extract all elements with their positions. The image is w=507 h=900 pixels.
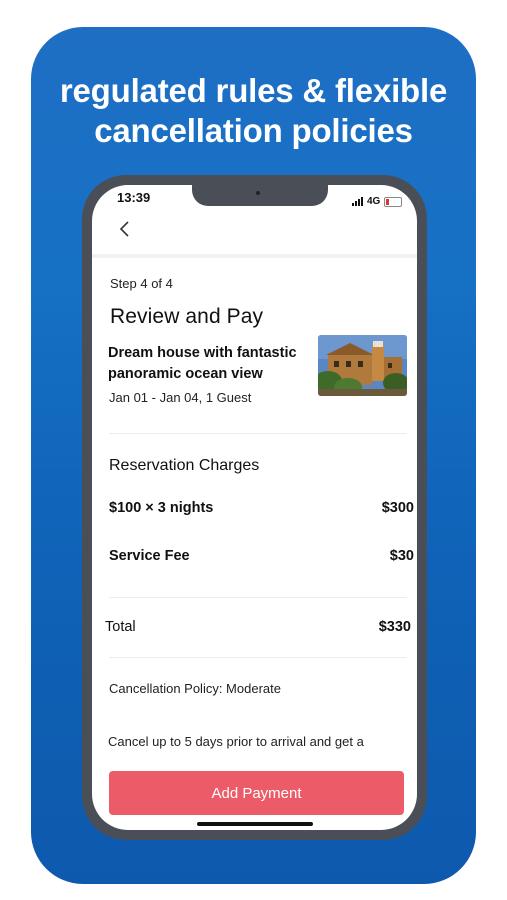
listing-title: Dream house with fantastic panoramic oce… [108,345,297,382]
listing-thumbnail[interactable] [318,335,407,396]
status-indicators: 4G [352,196,403,207]
page-title: Review and Pay [110,305,264,328]
charge-label-nights: $100 × 3 nights [109,500,214,516]
network-type: 4G [367,196,381,207]
total-value: $330 [378,619,411,635]
status-time: 13:39 [117,190,151,205]
promo-headline-line1: regulated rules & flexible [59,72,448,109]
divider [109,597,407,598]
phone-notch [192,184,328,206]
chevron-left-icon[interactable] [116,220,134,238]
header-divider [92,254,417,258]
add-payment-button[interactable]: Add Payment [109,771,404,815]
battery-icon [384,196,403,207]
promo-headline: regulated rules & flexible cancellation … [31,71,476,151]
promo-headline-line2: cancellation policies [94,112,413,149]
cancellation-policy: Cancellation Policy: Moderate [109,681,281,696]
scroll-fade [92,752,417,770]
step-indicator: Step 4 of 4 [110,276,173,291]
cancellation-policy-detail: Cancel up to 5 days prior to arrival and… [108,734,364,749]
charge-label-service-fee: Service Fee [109,548,190,564]
camera-dot [256,191,260,195]
divider [109,657,407,658]
total-label: Total [105,619,136,635]
reservation-charges-title: Reservation Charges [109,457,260,474]
charge-value-nights: $300 [381,500,414,516]
home-indicator [197,822,313,826]
divider [109,433,407,434]
booking-dates: Jan 01 - Jan 04, 1 Guest [109,390,252,405]
charge-value-service-fee: $30 [389,548,414,564]
signal-icon [352,197,363,206]
